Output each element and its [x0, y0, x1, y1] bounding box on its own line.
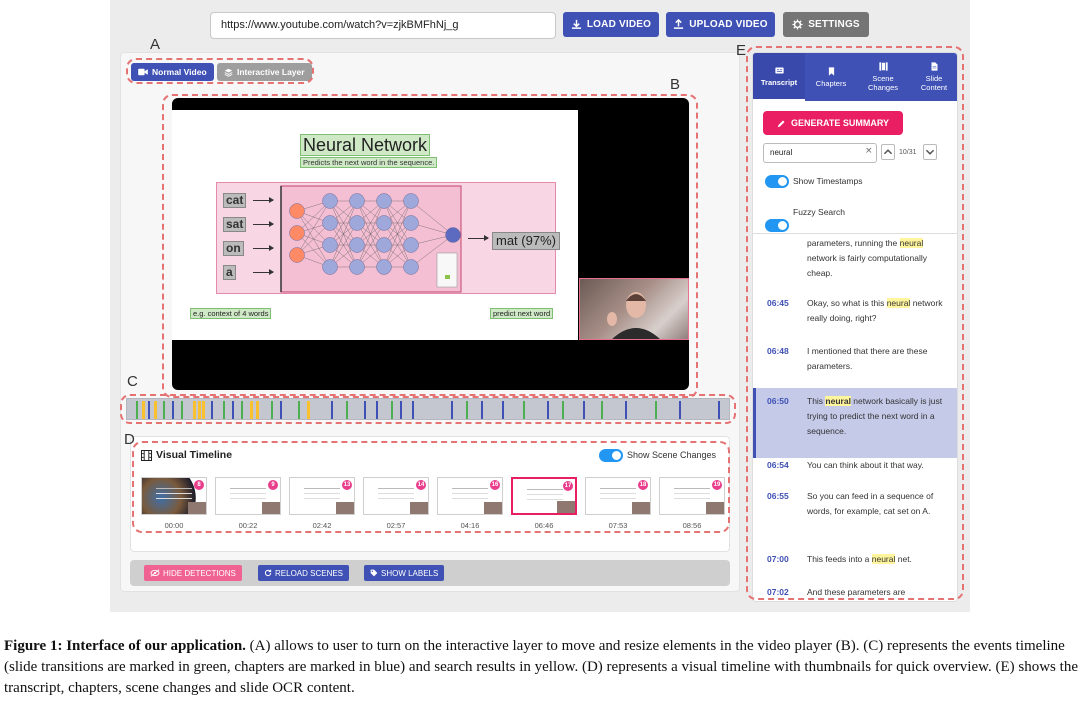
reload-scenes-button[interactable]: RELOAD SCENES: [258, 565, 350, 581]
region-d-outline: [132, 441, 730, 533]
show-labels-label: SHOW LABELS: [381, 568, 439, 578]
region-label-b: B: [670, 76, 681, 93]
region-label-a: A: [150, 36, 161, 53]
gear-icon: [792, 19, 803, 30]
region-b-outline: [162, 94, 698, 398]
figure-caption: Figure 1: Interface of our application. …: [4, 636, 1078, 699]
hide-detections-label: HIDE DETECTIONS: [163, 568, 236, 578]
refresh-icon: [264, 569, 272, 577]
eye-slash-icon: [150, 569, 160, 577]
region-a-outline: [126, 58, 314, 84]
upload-video-button[interactable]: UPLOAD VIDEO: [666, 12, 775, 37]
detection-toolbar: HIDE DETECTIONS RELOAD SCENES SHOW LABEL…: [130, 560, 730, 586]
show-labels-button[interactable]: SHOW LABELS: [364, 565, 445, 581]
hide-detections-button[interactable]: HIDE DETECTIONS: [144, 565, 242, 581]
reload-scenes-label: RELOAD SCENES: [275, 568, 344, 578]
settings-button[interactable]: SETTINGS: [783, 12, 869, 37]
caption-label: Figure 1: Interface of our application.: [4, 638, 246, 654]
region-label-e: E: [736, 42, 747, 59]
settings-label: SETTINGS: [808, 19, 860, 30]
upload-icon: [674, 19, 684, 29]
upload-video-label: UPLOAD VIDEO: [689, 19, 768, 30]
video-url-input[interactable]: https://www.youtube.com/watch?v=zjkBMFhN…: [210, 12, 556, 39]
region-label-d: D: [124, 431, 135, 448]
download-icon: [571, 19, 581, 29]
region-e-outline: [746, 46, 964, 600]
tag-icon: [370, 569, 378, 577]
load-video-label: LOAD VIDEO: [586, 19, 652, 30]
region-c-outline: [120, 394, 736, 424]
load-video-button[interactable]: LOAD VIDEO: [563, 12, 659, 37]
application-screenshot: https://www.youtube.com/watch?v=zjkBMFhN…: [110, 0, 970, 612]
region-label-c: C: [127, 373, 138, 390]
